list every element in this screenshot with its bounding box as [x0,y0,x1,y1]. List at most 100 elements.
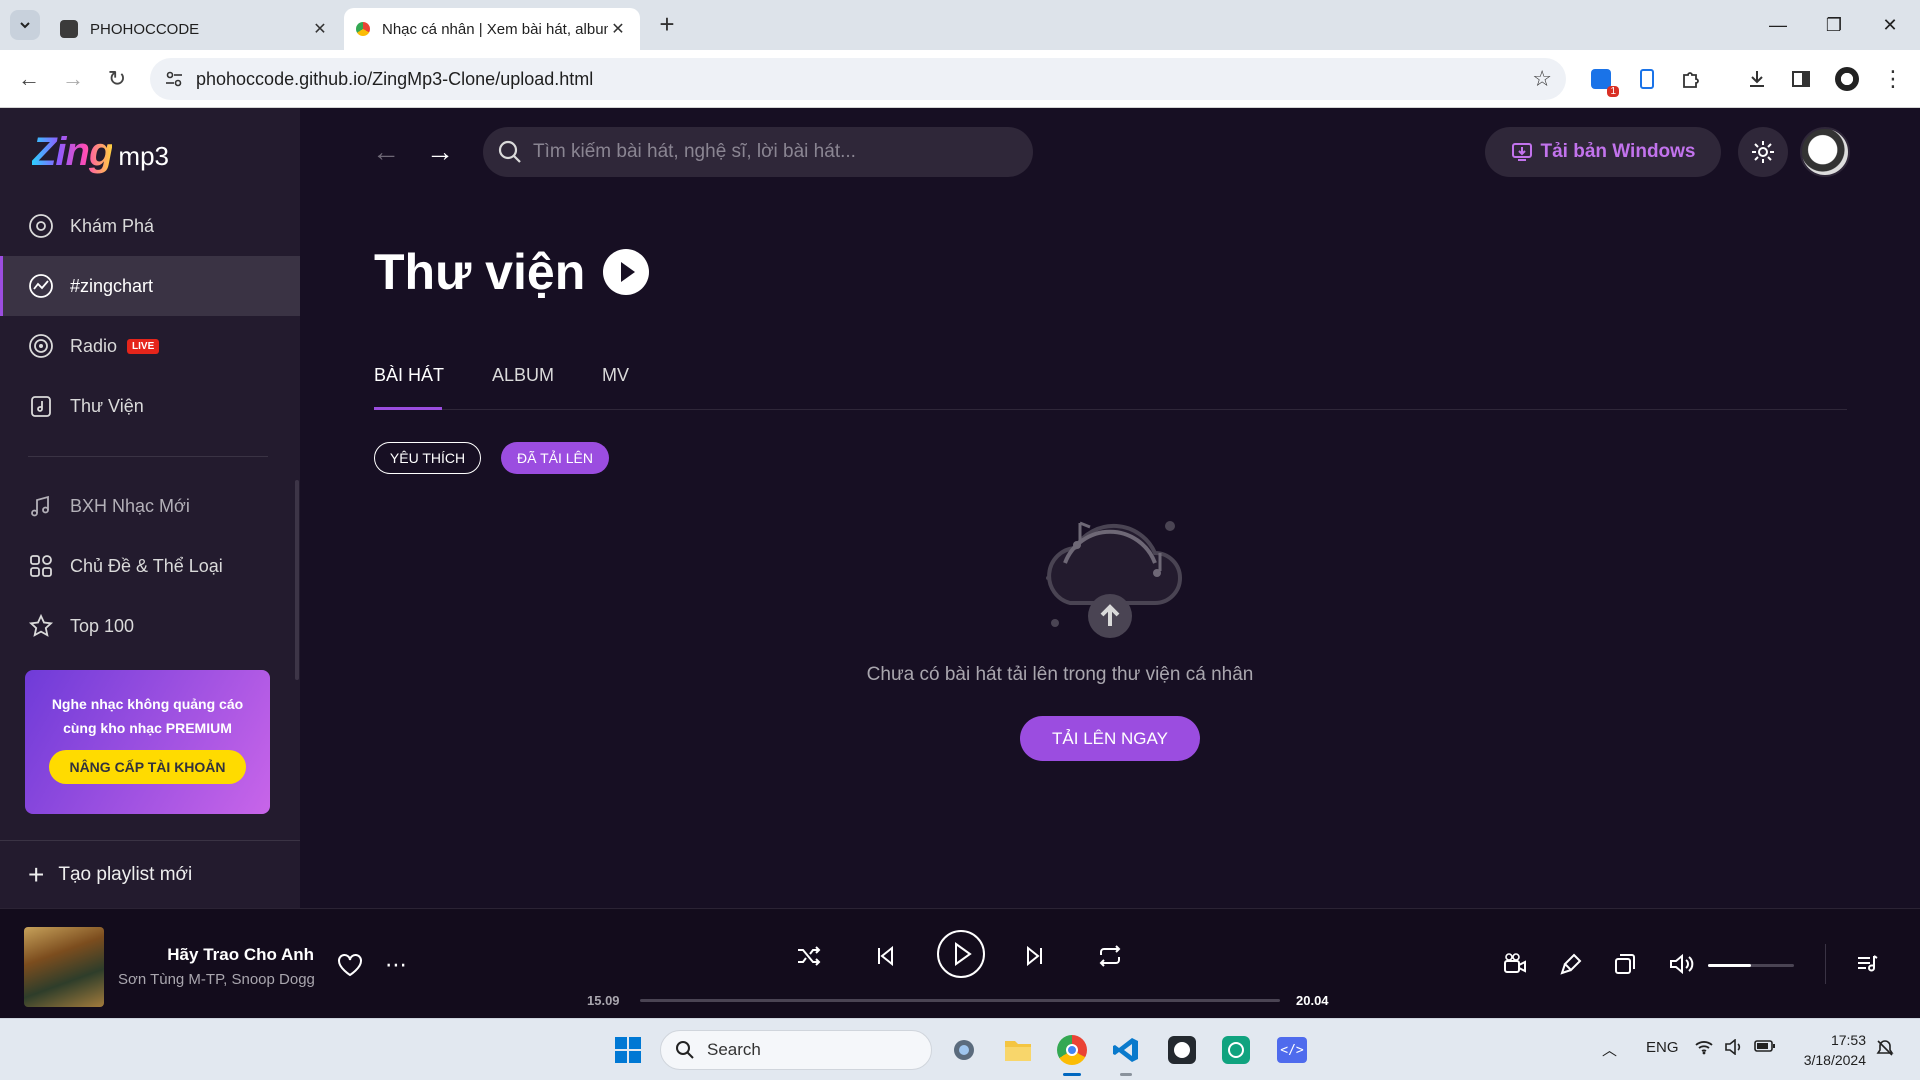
sidebar-item-top-100[interactable]: Top 100 [0,596,300,656]
sidebar-item-label: Thư Viện [70,395,144,416]
tab-list-button[interactable] [10,10,40,40]
shuffle-icon[interactable] [794,941,824,971]
address-bar[interactable]: phohoccode.github.io/ZingMp3-Clone/uploa… [150,58,1566,100]
chrome-icon[interactable] [1054,1032,1090,1076]
current-time: 15.09 [587,993,620,1008]
bookmark-star-icon[interactable]: ☆ [1532,66,1552,92]
taskbar-search[interactable]: Search [660,1030,932,1070]
settings-button[interactable] [1738,127,1788,177]
zing-mp3-logo[interactable]: Zing mp3 [32,130,169,175]
tab-album[interactable]: ALBUM [492,365,554,386]
close-tab-icon[interactable]: ✕ [310,19,330,39]
favicon-icon [356,22,370,36]
premium-message: Nghe nhạc không quảng cáo cùng kho nhạc … [51,696,244,736]
star-icon [28,613,54,637]
url-text: phohoccode.github.io/ZingMp3-Clone/uploa… [196,68,594,89]
sidebar-item-kham-pha[interactable]: Khám Phá [0,196,300,256]
mv-icon[interactable] [1500,949,1530,979]
reload-icon[interactable]: ↻ [102,64,132,94]
filter-chip-da-tai-len[interactable]: ĐÃ TẢI LÊN [501,442,609,474]
tab-bai-hat[interactable]: BÀI HÁT [374,365,444,386]
chart-icon [29,274,53,298]
progress-bar[interactable] [640,999,1280,1002]
logo-zing-text: Zing [32,130,113,174]
side-panel-icon[interactable] [1786,64,1816,94]
sidebar-item-label: Khám Phá [70,215,155,236]
disc-icon [29,214,53,238]
settings-app-icon[interactable] [946,1032,982,1068]
browser-tab-phohoccode[interactable]: PHOHOCCODE ✕ [48,8,342,50]
main-content: ← → Tìm kiếm bài hát, nghệ sĩ, lời bài h… [300,108,1920,908]
puzzle-icon[interactable] [1676,64,1706,94]
previous-icon[interactable] [870,941,900,971]
chatgpt-icon[interactable] [1218,1032,1254,1068]
browser-tab-zingmp3[interactable]: Nhạc cá nhân | Xem bài hát, album ✕ [344,8,640,50]
player-divider [1825,944,1826,984]
profile-avatar-icon[interactable] [1832,64,1862,94]
tray-chevron-icon[interactable]: ︿ [1602,1039,1617,1060]
close-window-button[interactable]: ✕ [1862,0,1918,50]
clipboard-extension-icon[interactable] [1632,64,1662,94]
new-tab-button[interactable]: + [652,10,682,40]
library-header: Thư viện [374,243,650,301]
search-input[interactable]: Tìm kiếm bài hát, nghệ sĩ, lời bài hát..… [483,127,1033,177]
play-circle-icon[interactable] [603,249,650,295]
upload-now-button[interactable]: TẢI LÊN NGAY [1020,716,1200,761]
song-title[interactable]: Hãy Trao Cho Anh [118,945,314,965]
song-artist[interactable]: Sơn Tùng M-TP, Snoop Dogg [118,971,314,988]
github-icon[interactable] [1164,1032,1200,1068]
back-icon[interactable]: ← [14,64,44,94]
back-arrow-icon[interactable]: ← [372,136,400,168]
sidebar-item-radio[interactable]: Radio LIVE [0,316,300,376]
restore-button[interactable]: ❐ [1806,0,1862,50]
battery-icon[interactable] [1754,1039,1776,1057]
vscode-icon[interactable] [1108,1032,1144,1076]
sidebar-item-thu-vien[interactable]: Thư Viện [0,376,300,436]
library-tabs: BÀI HÁT ALBUM MV [374,348,1847,410]
tab-title: Nhạc cá nhân | Xem bài hát, album [382,20,608,38]
album-cover[interactable] [24,927,104,1007]
forward-arrow-icon[interactable]: → [426,136,454,168]
wifi-icon[interactable] [1694,1039,1714,1059]
download-windows-button[interactable]: Tải bản Windows [1485,127,1721,177]
user-avatar[interactable] [1800,127,1850,177]
more-menu-icon[interactable]: ⋮ [1878,64,1908,94]
next-icon[interactable] [1020,941,1050,971]
forward-icon[interactable]: → [58,64,88,94]
more-options-icon[interactable]: ⋯ [382,951,410,979]
language-indicator[interactable]: ENG [1646,1039,1679,1056]
sidebar-item-bxh-nhac-moi[interactable]: BXH Nhạc Mới [0,476,300,536]
duration-time: 20.04 [1296,993,1329,1008]
notification-bell-icon[interactable] [1876,1039,1894,1061]
create-playlist-label: Tạo playlist mới [58,863,193,885]
dev-tools-icon[interactable]: </> [1274,1032,1310,1068]
mini-player-icon[interactable] [1610,949,1640,979]
windows-taskbar: Search </> ︿ ENG 17:53 3/18/2024 [0,1018,1920,1080]
system-clock[interactable]: 17:53 3/18/2024 [1786,1030,1866,1070]
extension-badge: 1 [1607,86,1619,97]
windows-start-icon[interactable] [610,1032,646,1068]
download-icon[interactable] [1742,64,1772,94]
create-playlist-button[interactable]: + Tạo playlist mới [0,840,300,908]
sidebar: Zing mp3 Khám Phá #zingchart Radio LIVE … [0,108,300,908]
tab-mv[interactable]: MV [602,365,629,386]
site-info-icon[interactable] [164,69,184,89]
sidebar-item-zingchart[interactable]: #zingchart [0,256,300,316]
speaker-icon[interactable] [1724,1038,1744,1059]
sidebar-item-chu-de-the-loai[interactable]: Chủ Đề & Thể Loại [0,536,300,596]
volume-slider[interactable] [1708,964,1794,967]
play-button[interactable] [936,929,986,979]
sidebar-item-label: #zingchart [70,275,154,296]
close-tab-icon[interactable]: ✕ [608,19,628,39]
upgrade-account-button[interactable]: NÂNG CẤP TÀI KHOẢN [49,750,246,784]
extension-icon[interactable]: 1 [1586,64,1619,97]
playlist-queue-icon[interactable] [1852,949,1882,979]
file-explorer-icon[interactable] [1000,1032,1036,1068]
favicon-icon [60,20,78,38]
minimize-button[interactable]: — [1750,0,1806,50]
heart-icon[interactable] [336,951,364,979]
repeat-icon[interactable] [1095,941,1125,971]
volume-icon[interactable] [1666,949,1696,979]
filter-chip-yeu-thich[interactable]: YÊU THÍCH [374,442,481,474]
microphone-icon[interactable] [1556,949,1586,979]
